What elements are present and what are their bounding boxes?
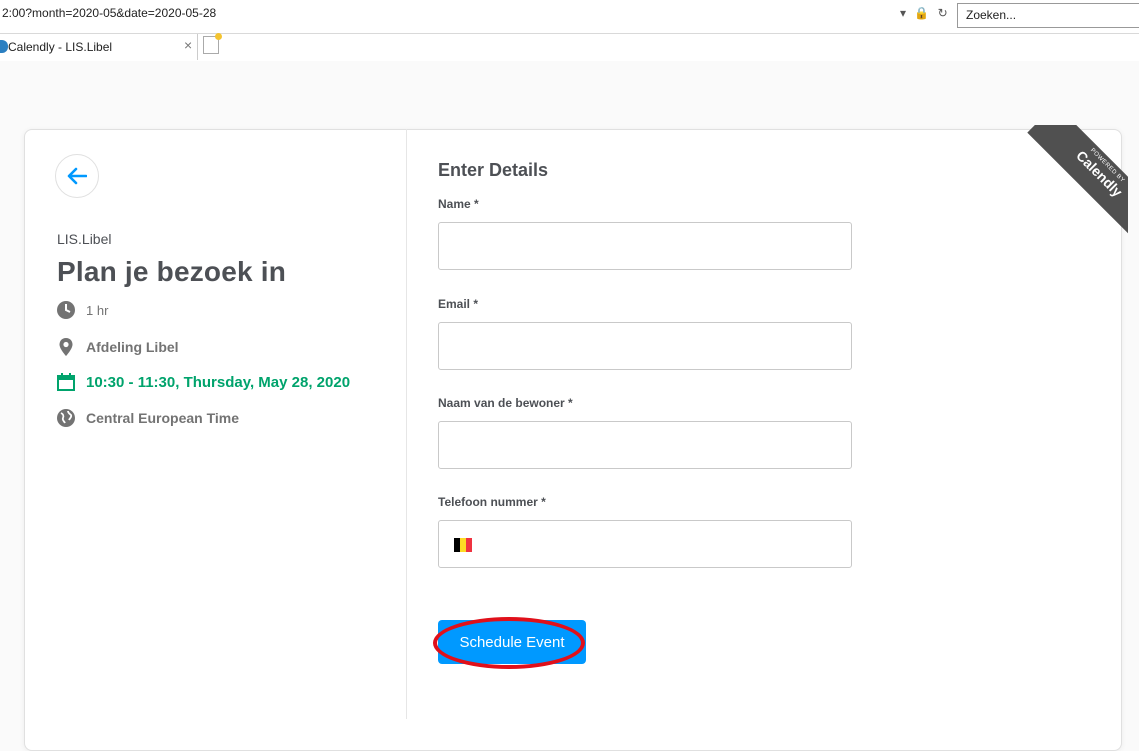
timezone-text: Central European Time (86, 410, 240, 426)
email-label: Email * (438, 297, 479, 311)
dropdown-icon[interactable]: ▾ (900, 6, 906, 20)
timezone-row: Central European Time (56, 408, 239, 428)
back-button[interactable] (55, 154, 99, 198)
duration-text: 1 hr (86, 302, 109, 318)
belgium-flag-icon[interactable] (454, 538, 472, 552)
browser-url-bar: 2:00?month=2020-05&date=2020-05-28 ▾ 🔒 ↻… (0, 0, 1139, 34)
event-title: Plan je bezoek in (57, 256, 287, 287)
calendar-icon (57, 373, 75, 391)
close-tab-icon[interactable]: × (184, 37, 192, 53)
datetime-text: 10:30 - 11:30, Thursday, May 28, 2020 (86, 373, 351, 391)
resident-name-input[interactable] (438, 421, 852, 469)
location-text: Afdeling Libel (86, 339, 179, 355)
phone-input[interactable] (438, 520, 852, 568)
schedule-event-button[interactable]: Schedule Event (438, 620, 586, 664)
name-input[interactable] (438, 222, 852, 270)
browser-tab[interactable]: Calendly - LIS.Libel × (0, 34, 198, 60)
browser-tab-bar: Calendly - LIS.Libel × (0, 33, 1139, 61)
arrow-left-icon (67, 167, 87, 185)
location-row: Afdeling Libel (56, 337, 179, 357)
clock-icon (57, 301, 75, 319)
panel-divider (406, 129, 407, 719)
duration-row: 1 hr (56, 300, 108, 320)
tab-title: Calendly - LIS.Libel (8, 40, 113, 54)
address-field[interactable]: 2:00?month=2020-05&date=2020-05-28 (2, 6, 216, 20)
resident-name-label: Naam van de bewoner * (438, 396, 573, 410)
lock-icon: 🔒 (914, 6, 930, 20)
powered-by-badge[interactable]: POWERED BY Calendly (1016, 125, 1128, 237)
browser-search-input[interactable]: Zoeken... (957, 3, 1139, 28)
datetime-row: 10:30 - 11:30, Thursday, May 28, 2020 (56, 372, 350, 392)
globe-icon (57, 409, 75, 427)
map-pin-icon (59, 338, 73, 356)
calendly-favicon-icon (0, 40, 8, 53)
refresh-icon[interactable]: ↻ (938, 6, 948, 20)
form-title: Enter Details (438, 160, 549, 180)
powered-by-ribbon: POWERED BY Calendly (1027, 125, 1128, 237)
url-icons: ▾ 🔒 ↻ (900, 6, 953, 20)
organization-name: LIS.Libel (57, 231, 112, 247)
phone-label: Telefoon nummer * (438, 495, 546, 509)
name-label: Name * (438, 197, 479, 211)
new-tab-icon[interactable] (203, 33, 222, 54)
email-input[interactable] (438, 322, 852, 370)
